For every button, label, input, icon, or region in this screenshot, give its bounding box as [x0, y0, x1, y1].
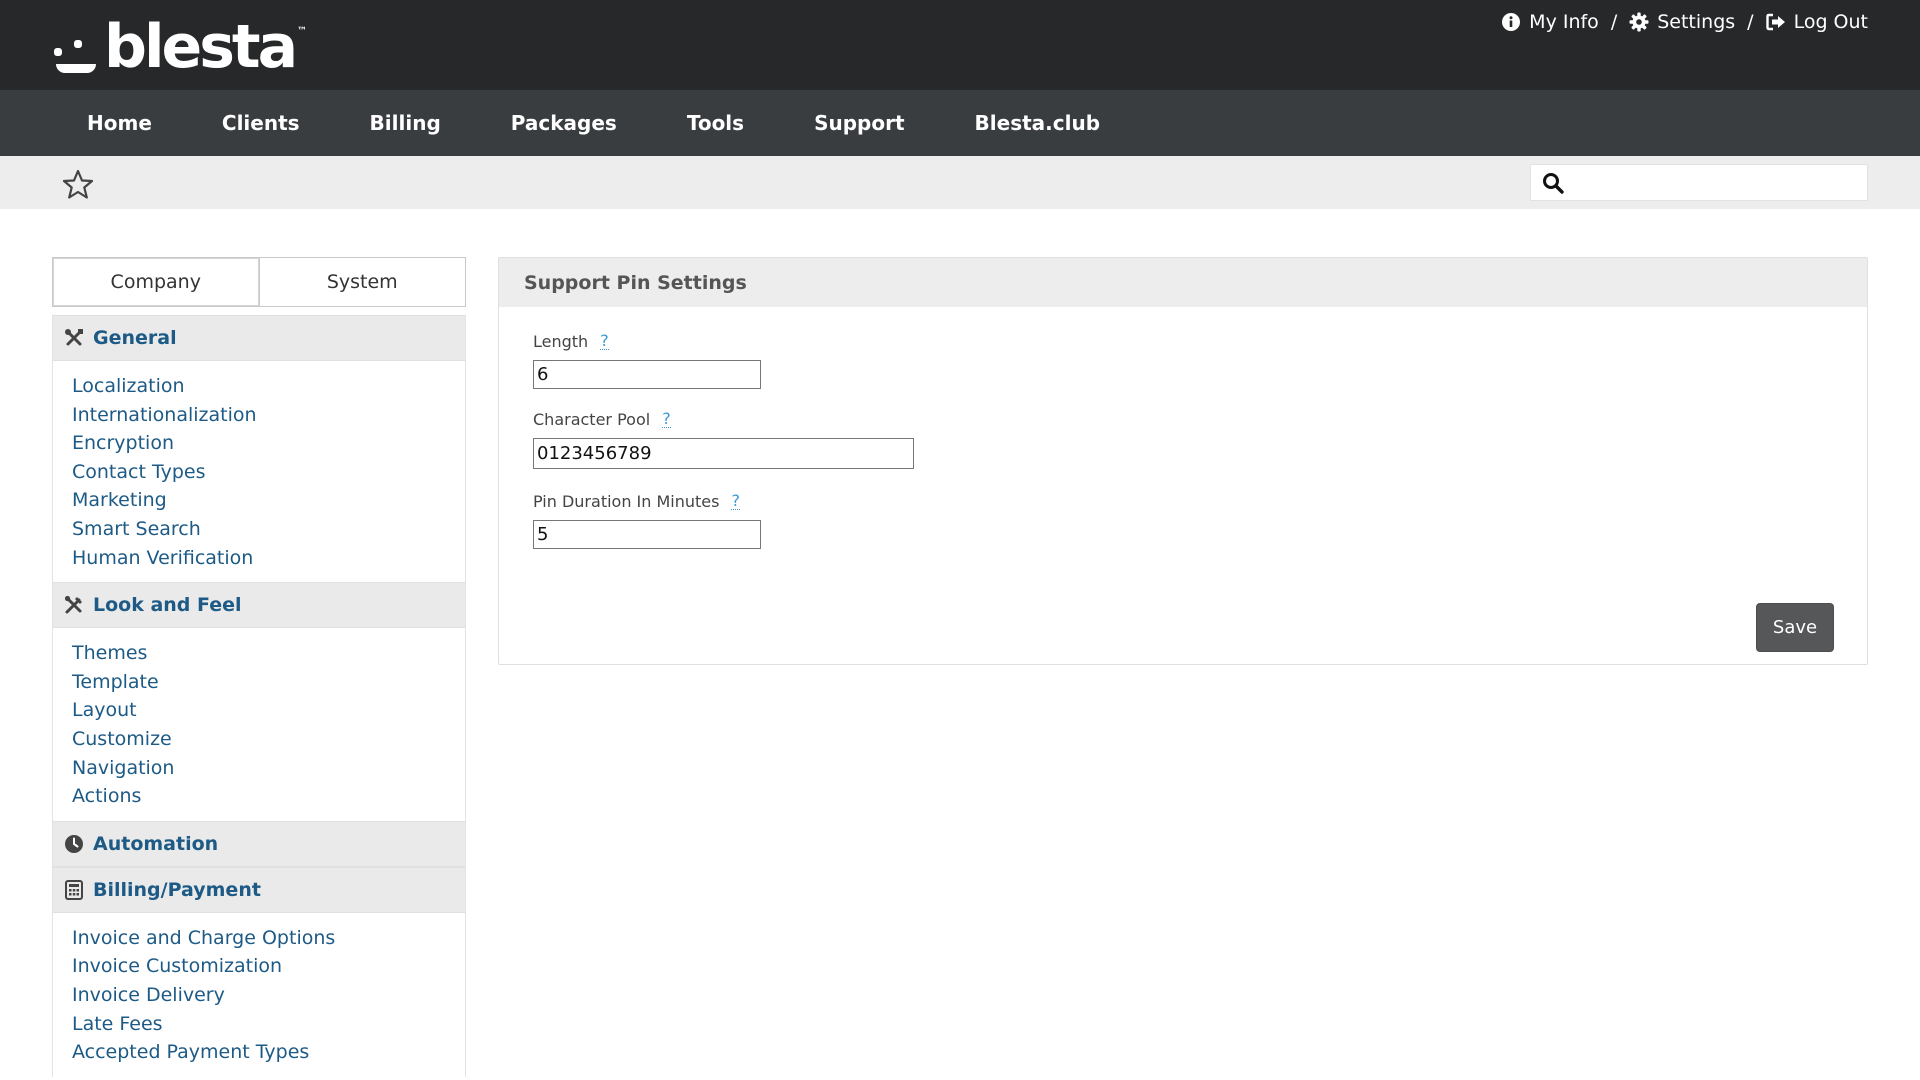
- log-out-link[interactable]: Log Out: [1765, 11, 1868, 33]
- search-box: [1530, 164, 1868, 201]
- section-automation[interactable]: Automation: [53, 820, 465, 867]
- sidebar-item-contact-types[interactable]: Contact Types: [72, 458, 465, 487]
- sidebar-item-template[interactable]: Template: [72, 668, 465, 697]
- section-look-and-feel[interactable]: Look and Feel: [53, 582, 465, 629]
- clock-icon: [64, 834, 84, 854]
- brush-icon: [64, 595, 84, 615]
- sidebar-item-themes[interactable]: Themes: [72, 639, 465, 668]
- panel-title: Support Pin Settings: [499, 258, 1867, 307]
- settings-sidebar: Company System General Localization Inte…: [52, 257, 466, 1077]
- sidebar-item-localization[interactable]: Localization: [72, 372, 465, 401]
- search-icon[interactable]: [1541, 171, 1565, 195]
- billing-payment-items: Invoice and Charge Options Invoice Custo…: [53, 912, 465, 1077]
- character-pool-label-row: Character Pool ?: [533, 410, 914, 429]
- nav-home[interactable]: Home: [52, 111, 187, 135]
- sidebar-tabs: Company System: [52, 257, 466, 307]
- nav-blesta-club[interactable]: Blesta.club: [940, 111, 1136, 135]
- section-billing-payment[interactable]: Billing/Payment: [53, 866, 465, 913]
- support-pin-settings-panel: Support Pin Settings Length ? Character …: [498, 257, 1868, 665]
- sidebar-item-invoice-charge-options[interactable]: Invoice and Charge Options: [72, 924, 465, 953]
- user-links: My Info / Settings / Log Out: [1501, 11, 1868, 33]
- nav-tools[interactable]: Tools: [652, 111, 779, 135]
- pin-duration-group: Pin Duration In Minutes ?: [533, 492, 761, 549]
- tools-icon: [64, 328, 84, 348]
- pin-duration-label: Pin Duration In Minutes: [533, 492, 720, 511]
- sidebar-item-internationalization[interactable]: Internationalization: [72, 401, 465, 430]
- sidebar-item-invoice-delivery[interactable]: Invoice Delivery: [72, 981, 465, 1010]
- section-general-title: General: [93, 327, 177, 349]
- section-automation-title: Automation: [93, 832, 219, 855]
- sidebar-item-accepted-payment-types[interactable]: Accepted Payment Types: [72, 1038, 465, 1067]
- nav-packages[interactable]: Packages: [476, 111, 652, 135]
- pin-duration-label-row: Pin Duration In Minutes ?: [533, 492, 761, 511]
- character-pool-help-tooltip[interactable]: ?: [662, 411, 671, 428]
- my-info-link[interactable]: My Info: [1501, 11, 1599, 33]
- length-input[interactable]: [533, 360, 761, 389]
- sidebar-item-encryption[interactable]: Encryption: [72, 429, 465, 458]
- length-label: Length: [533, 332, 589, 351]
- general-items: Localization Internationalization Encryp…: [53, 361, 465, 583]
- character-pool-input[interactable]: [533, 438, 914, 469]
- calculator-icon: [64, 879, 84, 900]
- sidebar-menu: General Localization Internationalizatio…: [52, 315, 466, 1077]
- top-bar: blesta ™ My Info / Settings / Log Out: [0, 0, 1920, 90]
- section-look-and-feel-title: Look and Feel: [93, 594, 242, 617]
- blesta-logo[interactable]: blesta ™: [52, 12, 308, 82]
- character-pool-group: Character Pool ?: [533, 410, 914, 469]
- logo-trademark: ™: [297, 26, 308, 37]
- sidebar-item-navigation[interactable]: Navigation: [72, 754, 465, 783]
- search-input[interactable]: [1573, 167, 1867, 198]
- sidebar-item-layout[interactable]: Layout: [72, 696, 465, 725]
- star-outline-icon[interactable]: [62, 169, 94, 199]
- gear-icon: [1629, 12, 1649, 32]
- sidebar-item-actions[interactable]: Actions: [72, 782, 465, 811]
- my-info-label: My Info: [1529, 11, 1599, 33]
- sub-bar: [0, 156, 1920, 209]
- look-and-feel-items: Themes Template Layout Customize Navigat…: [53, 628, 465, 821]
- nav-clients[interactable]: Clients: [187, 111, 335, 135]
- sidebar-item-marketing[interactable]: Marketing: [72, 486, 465, 515]
- length-help-tooltip[interactable]: ?: [600, 333, 609, 350]
- separator: /: [1747, 11, 1754, 33]
- main-navigation: Home Clients Billing Packages Tools Supp…: [0, 90, 1920, 156]
- sidebar-item-late-fees[interactable]: Late Fees: [72, 1010, 465, 1039]
- nav-billing[interactable]: Billing: [335, 111, 476, 135]
- character-pool-label: Character Pool: [533, 410, 651, 429]
- settings-label: Settings: [1657, 11, 1736, 33]
- length-group: Length ?: [533, 332, 761, 389]
- sidebar-item-invoice-customization[interactable]: Invoice Customization: [72, 952, 465, 981]
- info-circle-icon: [1501, 12, 1521, 32]
- logo-mark-icon: [52, 32, 98, 76]
- sidebar-item-smart-search[interactable]: Smart Search: [72, 515, 465, 544]
- pin-duration-input[interactable]: [533, 520, 761, 549]
- logo-text: blesta: [104, 12, 298, 82]
- sidebar-item-customize[interactable]: Customize: [72, 725, 465, 754]
- tab-company[interactable]: Company: [52, 257, 260, 307]
- sidebar-item-human-verification[interactable]: Human Verification: [72, 544, 465, 573]
- separator: /: [1610, 11, 1618, 33]
- pin-duration-help-tooltip[interactable]: ?: [731, 493, 740, 510]
- save-button[interactable]: Save: [1756, 603, 1834, 652]
- settings-link[interactable]: Settings: [1629, 11, 1735, 33]
- log-out-label: Log Out: [1793, 11, 1868, 33]
- section-general[interactable]: General: [53, 315, 465, 361]
- sign-out-icon: [1765, 12, 1786, 32]
- section-billing-payment-title: Billing/Payment: [93, 878, 261, 901]
- length-label-row: Length ?: [533, 332, 761, 351]
- nav-support[interactable]: Support: [779, 111, 939, 135]
- tab-system[interactable]: System: [259, 257, 466, 307]
